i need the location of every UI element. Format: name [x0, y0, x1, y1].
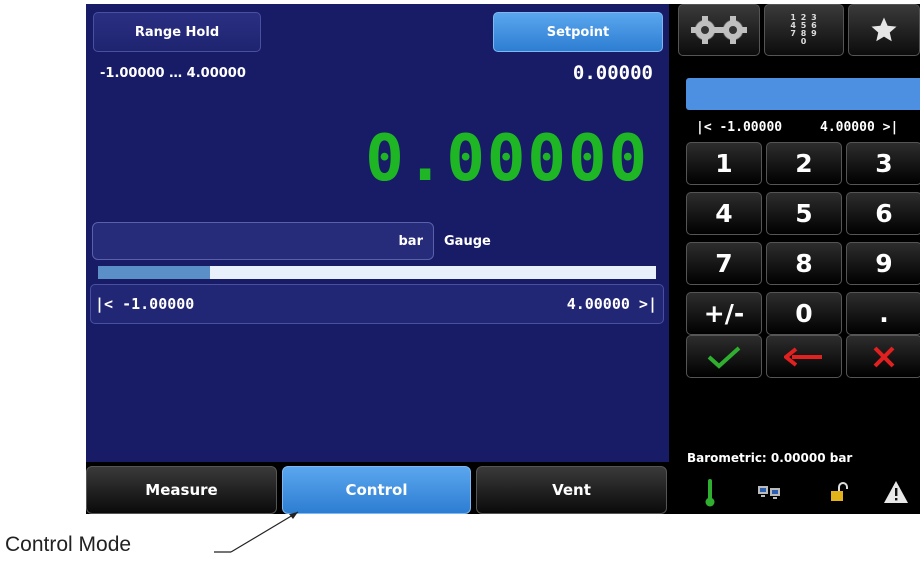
control-mode-callout: Control Mode	[5, 533, 132, 556]
callout-arrow	[214, 511, 299, 553]
